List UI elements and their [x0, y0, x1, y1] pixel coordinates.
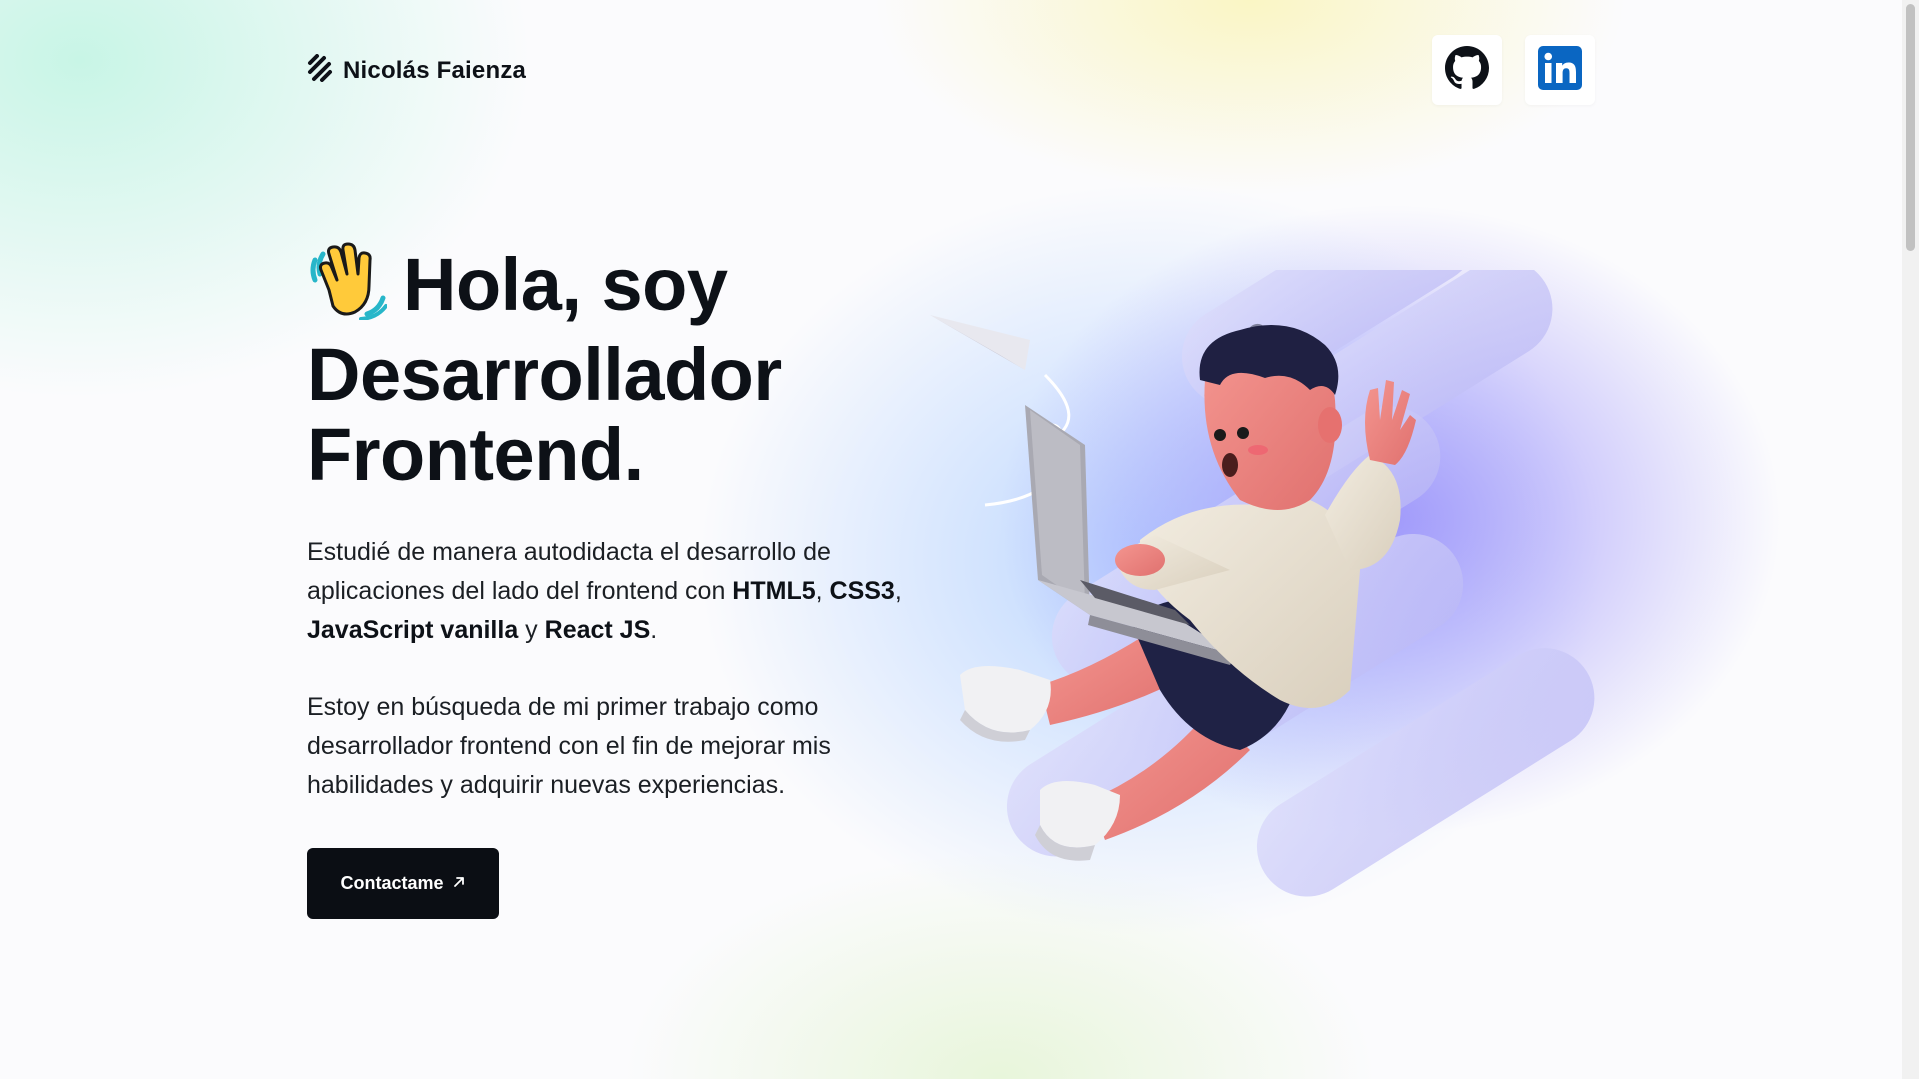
skill-css3: CSS3	[829, 577, 895, 605]
hero-title: Hola, soy Desarrollador Frontend.	[307, 240, 927, 495]
intro-paragraph: Estudié de manera autodidacta el desarro…	[307, 538, 902, 644]
scrollbar-thumb[interactable]	[1906, 4, 1915, 251]
title-line-2: Desarrollador	[307, 333, 782, 416]
skill-react: React JS	[544, 616, 651, 644]
contact-button[interactable]: Contactame	[307, 848, 499, 919]
stripes-logo-icon	[307, 54, 333, 87]
skill-javascript: JavaScript vanilla	[307, 616, 519, 644]
waving-hand-icon	[307, 240, 388, 335]
linkedin-icon	[1538, 45, 1582, 95]
job-search-paragraph: Estoy en búsqueda de mi primer trabajo c…	[307, 693, 831, 799]
skill-html5: HTML5	[732, 577, 816, 605]
title-line-1: Hola, soy	[403, 243, 728, 326]
linkedin-link[interactable]	[1525, 35, 1595, 105]
character-head	[1199, 325, 1342, 510]
contact-button-label: Contactame	[340, 873, 444, 893]
brand-name: Nicolás Faienza	[343, 56, 527, 84]
github-link[interactable]	[1432, 35, 1502, 105]
right-shoe	[1035, 781, 1120, 861]
title-line-3: Frontend.	[307, 413, 644, 496]
vertical-scrollbar[interactable]	[1902, 0, 1919, 1079]
brand[interactable]: Nicolás Faienza	[307, 54, 526, 87]
arrow-up-right-icon	[452, 873, 466, 894]
hero-illustration	[930, 184, 1610, 930]
github-icon	[1445, 45, 1489, 95]
left-shoe	[960, 666, 1051, 742]
